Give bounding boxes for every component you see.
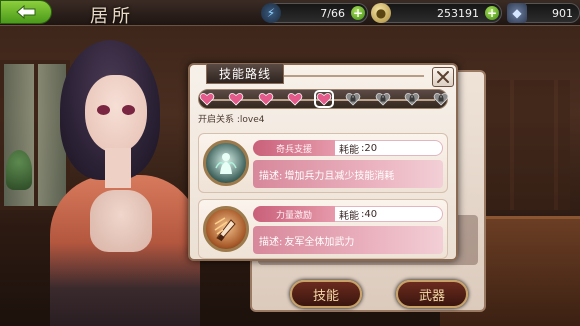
- path-node-heart[interactable]: [228, 92, 244, 106]
- character-eye-right: [122, 105, 135, 115]
- character-chest: [90, 190, 152, 252]
- cost-label: 耗能: [339, 144, 359, 156]
- description-prefix: 描述:: [259, 170, 283, 182]
- path-node-locked[interactable]: [345, 92, 361, 106]
- skill-cost: 耗能 :20: [335, 140, 443, 156]
- power-blade-icon: [203, 206, 249, 252]
- energy-value: 7/66: [320, 6, 345, 20]
- gem-icon: ◆: [507, 3, 527, 23]
- path-node-heart[interactable]: [287, 92, 303, 106]
- coin-icon: ●: [371, 3, 391, 23]
- skill-card[interactable]: 奇兵支援 耗能 :20 描述: 增加兵力且减少技能消耗: [198, 133, 448, 193]
- add-gold-button[interactable]: +: [485, 6, 499, 20]
- path-node-heart[interactable]: [314, 90, 334, 108]
- popup-title-tab: 技能路线: [206, 64, 284, 84]
- skill-card[interactable]: 力量激励 耗能 :40 描述: 友军全体加武力: [198, 199, 448, 259]
- add-energy-button[interactable]: +: [351, 6, 365, 20]
- description-prefix: 描述:: [259, 236, 283, 248]
- cost-label: 耗能: [339, 210, 359, 222]
- skill-path-bar: [198, 89, 449, 109]
- heart-icon: [228, 93, 244, 106]
- heart-icon: [258, 93, 273, 106]
- skill-button[interactable]: 技能: [290, 280, 362, 308]
- spirit-figure-icon: [203, 140, 249, 186]
- description-text: 增加兵力且减少技能消耗: [284, 170, 395, 182]
- character-neck: [105, 148, 131, 188]
- gem-value: 901: [552, 6, 573, 20]
- character-portrait[interactable]: [50, 40, 200, 326]
- path-node-locked[interactable]: [404, 92, 420, 106]
- skill-description: 描述: 增加兵力且减少技能消耗: [253, 160, 443, 188]
- gem-counter: ◆ 901: [507, 3, 580, 23]
- gold-counter: ● 253191 +: [371, 3, 502, 23]
- skill-description: 描述: 友军全体加武力: [253, 226, 443, 254]
- path-node-locked[interactable]: [375, 92, 391, 106]
- skill-name: 奇兵支援: [253, 140, 335, 156]
- cost-value: :40: [361, 208, 378, 220]
- close-icon: [437, 71, 449, 83]
- lightning-icon: ⚡: [261, 3, 281, 23]
- lock-icon: [433, 93, 449, 106]
- heart-icon: [316, 93, 332, 106]
- gold-value: 253191: [437, 6, 479, 20]
- back-button[interactable]: [0, 0, 52, 24]
- character-eye-left: [97, 105, 110, 115]
- potted-plant: [6, 150, 32, 190]
- top-bar: 居所 ⚡ 7/66 + ● 253191 + ◆ 901: [0, 0, 580, 27]
- back-arrow-icon: [16, 4, 36, 20]
- weapon-button[interactable]: 武器: [396, 280, 468, 308]
- cost-value: :20: [361, 142, 378, 154]
- path-node-locked[interactable]: [433, 92, 449, 106]
- skill-route-popup: 技能路线 开启关系 :love4 奇兵支援 耗能 :20 描述: 增加兵力且减少…: [188, 63, 458, 261]
- title-divider: [284, 75, 424, 77]
- close-button[interactable]: [432, 67, 454, 87]
- description-text: 友军全体加武力: [284, 236, 355, 248]
- lock-icon: [345, 93, 361, 106]
- heart-icon: [287, 93, 303, 106]
- energy-counter: ⚡ 7/66 +: [261, 3, 368, 23]
- page-title: 居所: [90, 6, 134, 27]
- lock-icon: [404, 93, 420, 106]
- skill-cost: 耗能 :40: [335, 206, 443, 222]
- heart-icon: [199, 93, 215, 106]
- lock-icon: [375, 93, 390, 106]
- unlock-requirement: 开启关系 :love4: [198, 115, 265, 125]
- character-face: [85, 75, 147, 153]
- skill-name: 力量激励: [253, 206, 335, 222]
- path-node-heart[interactable]: [199, 92, 215, 106]
- path-node-heart[interactable]: [258, 92, 274, 106]
